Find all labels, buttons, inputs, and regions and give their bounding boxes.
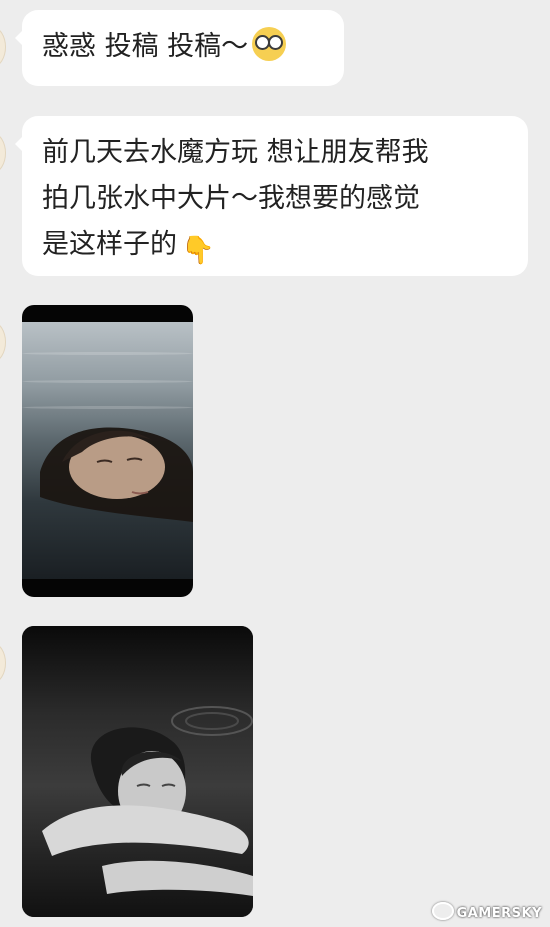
bw-woman-figure [42,706,253,896]
floating-woman-figure [40,427,193,522]
sender-avatar[interactable] [0,133,6,173]
message-text-line-2: 拍几张水中大片～我想要的感觉 [42,183,420,214]
message-text-line-3-wrap: 是这样子的 👇 [42,222,510,274]
photo-image [22,626,253,917]
nerd-glasses-emoji-icon [252,27,287,61]
weibo-icon [431,902,454,920]
photo-image [22,322,193,579]
photo-message-2[interactable] [22,626,253,917]
pointing-down-hand-icon: 👇 [181,235,215,266]
message-text-line-3: 是这样子的 [42,229,177,260]
message-bubble-1[interactable]: 惑惑 投稿 投稿～ [15,10,344,86]
sender-avatar[interactable] [0,27,6,67]
watermark: GAMERSKY [431,902,542,921]
message-bubble-2[interactable]: 前几天去水魔方玩 想让朋友帮我 拍几张水中大片～我想要的感觉 是这样子的 👇 [15,116,528,276]
message-text-line-1: 前几天去水魔方玩 想让朋友帮我 [42,137,429,168]
photo-message-1[interactable] [22,305,193,597]
sender-avatar[interactable] [0,322,6,362]
watermark-text: GAMERSKY [456,906,542,921]
message-text: 惑惑 投稿 投稿～ [42,31,249,62]
sender-avatar[interactable] [0,643,6,683]
